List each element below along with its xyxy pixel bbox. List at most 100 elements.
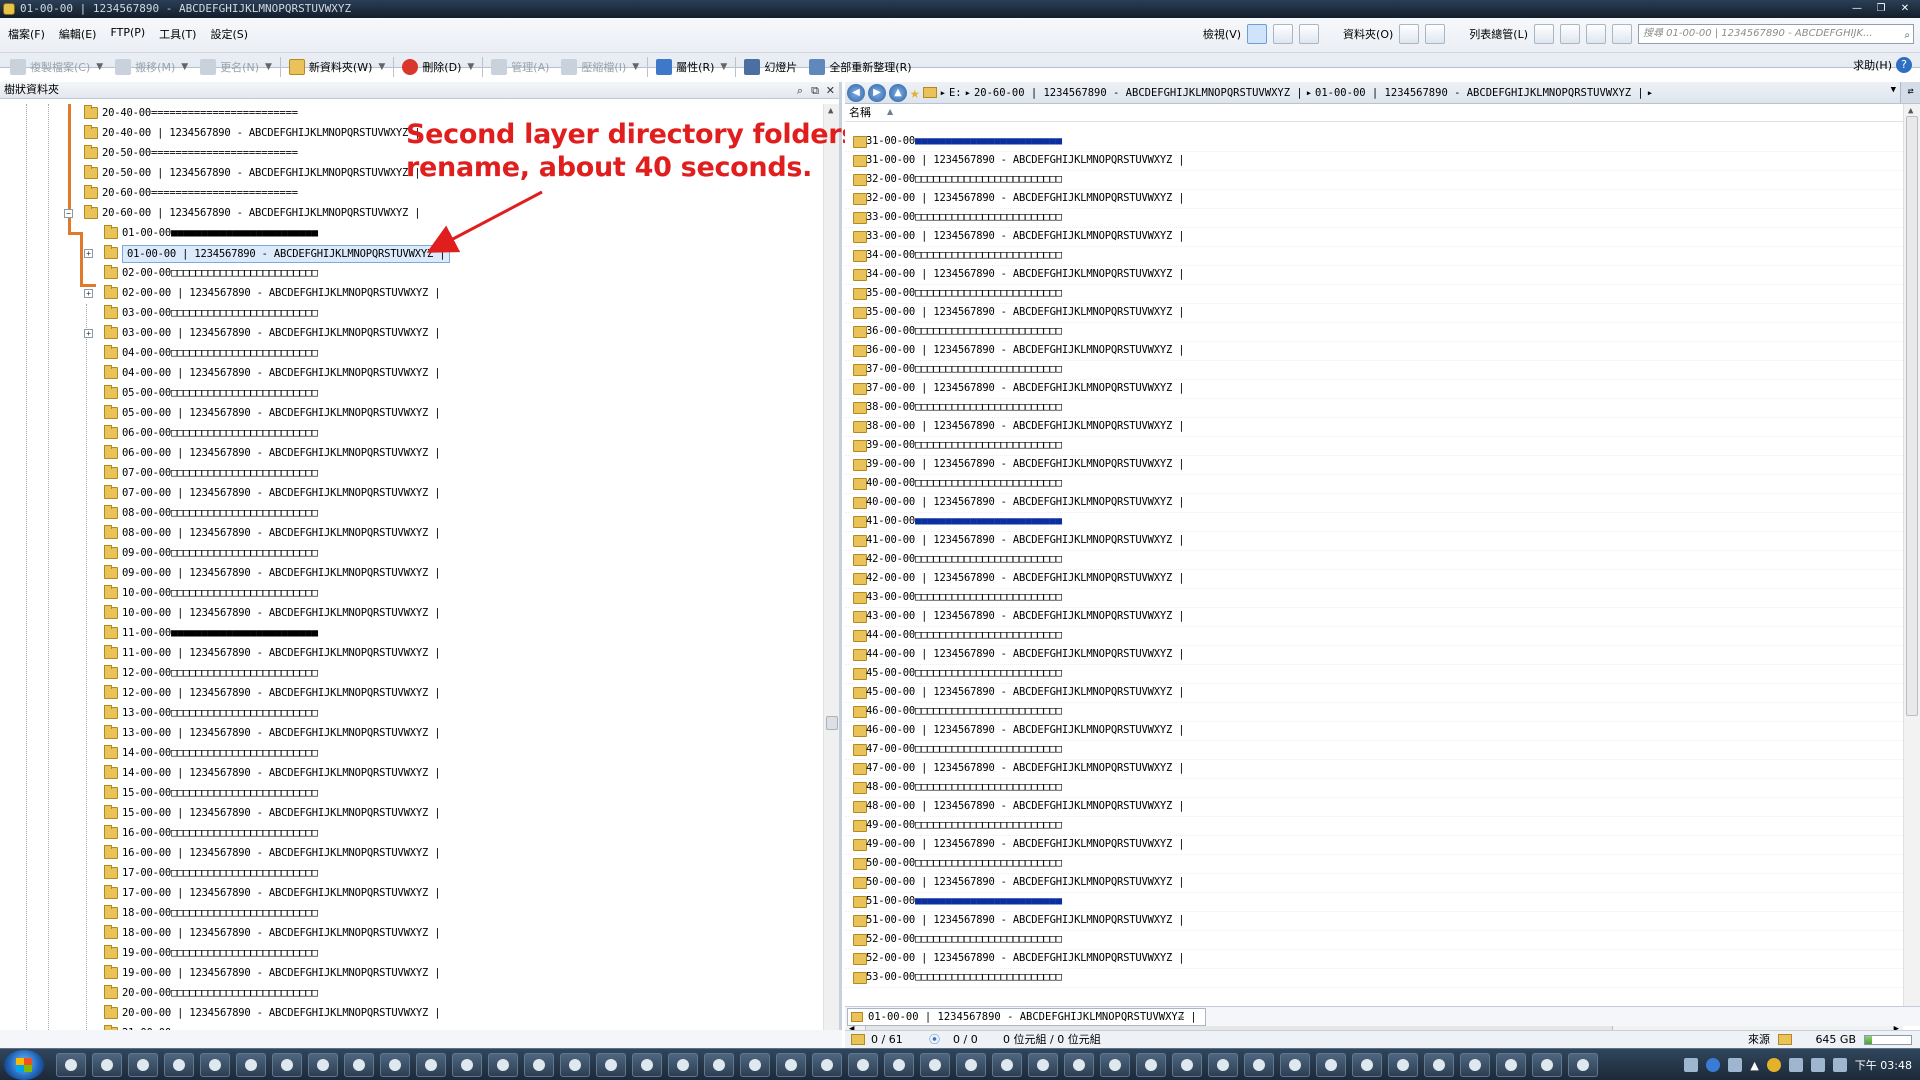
file-row[interactable]: 50-00-00□□□□□□□□□□□□□□□□□□□□□□□□ (845, 855, 1903, 874)
taskbar-app-icon[interactable] (92, 1053, 122, 1077)
list-scroll-thumb[interactable] (1906, 116, 1918, 716)
file-row[interactable]: 37-00-00 | 1234567890 - ABCDEFGHIJKLMNOP… (845, 380, 1903, 399)
file-row[interactable]: 43-00-00□□□□□□□□□□□□□□□□□□□□□□□□ (845, 589, 1903, 608)
file-row[interactable]: 37-00-00□□□□□□□□□□□□□□□□□□□□□□□□ (845, 361, 1903, 380)
taskbar-app-icon[interactable] (488, 1053, 518, 1077)
taskbar-app-icon[interactable] (596, 1053, 626, 1077)
folder-tree[interactable]: 20-40-00======================== 20-40-00… (0, 104, 826, 1048)
tree-item[interactable]: 05-00-00□□□□□□□□□□□□□□□□□□□□□□□□ (0, 384, 826, 404)
file-row[interactable]: 53-00-00□□□□□□□□□□□□□□□□□□□□□□□□ (845, 969, 1903, 988)
taskbar-app-icon[interactable] (1460, 1053, 1490, 1077)
taskbar-app-icon[interactable] (668, 1053, 698, 1077)
file-row[interactable]: 52-00-00 | 1234567890 - ABCDEFGHIJKLMNOP… (845, 950, 1903, 969)
help-button[interactable]: 求助(H)? (1853, 57, 1912, 73)
tree-item[interactable]: 20-00-00 | 1234567890 - ABCDEFGHIJKLMNOP… (0, 1004, 826, 1024)
expand-icon[interactable]: + (84, 249, 93, 258)
taskbar-app-icon[interactable] (1568, 1053, 1598, 1077)
delete-button[interactable]: 刪除(D) ▼ (396, 55, 480, 79)
breadcrumb-drive[interactable]: E: (949, 87, 962, 99)
taskbar-app-icon[interactable] (1064, 1053, 1094, 1077)
folder-menu[interactable]: 資料夾(O) (1343, 26, 1393, 42)
sync-icon[interactable] (1766, 1058, 1781, 1072)
tree-item[interactable]: 13-00-00 | 1234567890 - ABCDEFGHIJKLMNOP… (0, 724, 826, 744)
file-row[interactable]: 35-00-00 | 1234567890 - ABCDEFGHIJKLMNOP… (845, 304, 1903, 323)
help-tray-icon[interactable] (1706, 1058, 1721, 1072)
menu-item[interactable]: 檔案(F) (0, 24, 51, 44)
file-row[interactable]: 48-00-00□□□□□□□□□□□□□□□□□□□□□□□□ (845, 779, 1903, 798)
file-row[interactable]: 44-00-00□□□□□□□□□□□□□□□□□□□□□□□□ (845, 627, 1903, 646)
taskbar-app-icon[interactable] (1136, 1053, 1166, 1077)
tree-item[interactable]: 14-00-00 | 1234567890 - ABCDEFGHIJKLMNOP… (0, 764, 826, 784)
close-icon[interactable]: ✕ (826, 83, 835, 99)
tree-item[interactable]: 17-00-00 | 1234567890 - ABCDEFGHIJKLMNOP… (0, 884, 826, 904)
tree-item[interactable]: 09-00-00□□□□□□□□□□□□□□□□□□□□□□□□ (0, 544, 826, 564)
file-row[interactable]: 34-00-00□□□□□□□□□□□□□□□□□□□□□□□□ (845, 247, 1903, 266)
taskbar-app-icon[interactable] (704, 1053, 734, 1077)
slideshow-button[interactable]: 幻燈片 (738, 55, 803, 79)
tree-item[interactable]: 15-00-00□□□□□□□□□□□□□□□□□□□□□□□□ (0, 784, 826, 804)
file-row[interactable]: 31-00-00■■■■■■■■■■■■■■■■■■■■■■■■ (845, 133, 1903, 152)
menu-item[interactable]: 設定(S) (202, 24, 254, 44)
properties-button[interactable]: 屬性(R) ▼ (650, 55, 733, 79)
monitor-icon[interactable] (1810, 1058, 1825, 1072)
file-row[interactable]: 42-00-00□□□□□□□□□□□□□□□□□□□□□□□□ (845, 551, 1903, 570)
up-icon[interactable]: ▲ (889, 83, 907, 102)
list-menu[interactable]: 列表總管(L) (1469, 26, 1528, 42)
address-bar[interactable]: ◀ ▶ ▲ ★ ▸ E: ▸ 20-60-00 | 1234567890 - A… (845, 82, 1920, 104)
layout-2-icon[interactable] (1560, 24, 1580, 44)
taskbar-app-icon[interactable] (308, 1053, 338, 1077)
file-row[interactable]: 41-00-00 | 1234567890 - ABCDEFGHIJKLMNOP… (845, 532, 1903, 551)
breadcrumb-level-2[interactable]: 01-00-00 | 1234567890 - ABCDEFGHIJKLMNOP… (1315, 87, 1644, 99)
layout-4-icon[interactable] (1612, 24, 1632, 44)
taskbar-app-icon[interactable] (776, 1053, 806, 1077)
folder-compare-icon[interactable] (1425, 24, 1446, 44)
keyboard-icon[interactable] (1684, 1058, 1699, 1072)
tree-item[interactable]: 04-00-00 | 1234567890 - ABCDEFGHIJKLMNOP… (0, 364, 826, 384)
file-row[interactable]: 42-00-00 | 1234567890 - ABCDEFGHIJKLMNOP… (845, 570, 1903, 589)
taskbar-app-icon[interactable] (1172, 1053, 1202, 1077)
search-input[interactable]: 搜尋 01-00-00 | 1234567890 - ABCDEFGHIJK..… (1638, 24, 1914, 44)
taskbar-app-icon[interactable] (524, 1053, 554, 1077)
file-row[interactable]: 33-00-00□□□□□□□□□□□□□□□□□□□□□□□□ (845, 209, 1903, 228)
file-row[interactable]: 46-00-00□□□□□□□□□□□□□□□□□□□□□□□□ (845, 703, 1903, 722)
file-row[interactable]: 47-00-00□□□□□□□□□□□□□□□□□□□□□□□□ (845, 741, 1903, 760)
file-row[interactable]: 43-00-00 | 1234567890 - ABCDEFGHIJKLMNOP… (845, 608, 1903, 627)
tree-item[interactable]: 08-00-00 | 1234567890 - ABCDEFGHIJKLMNOP… (0, 524, 826, 544)
search-icon[interactable]: ⌕ (797, 83, 803, 99)
file-row[interactable]: 35-00-00□□□□□□□□□□□□□□□□□□□□□□□□ (845, 285, 1903, 304)
maximize-icon[interactable]: ❐ (1872, 1, 1890, 16)
file-row[interactable]: 47-00-00 | 1234567890 - ABCDEFGHIJKLMNOP… (845, 760, 1903, 779)
tree-item[interactable]: 05-00-00 | 1234567890 - ABCDEFGHIJKLMNOP… (0, 404, 826, 424)
address-dropdown-icon[interactable]: ▼ (1891, 85, 1896, 95)
undock-icon[interactable]: ⧉ (811, 83, 819, 99)
file-row[interactable]: 46-00-00 | 1234567890 - ABCDEFGHIJKLMNOP… (845, 722, 1903, 741)
tree-item[interactable]: 15-00-00 | 1234567890 - ABCDEFGHIJKLMNOP… (0, 804, 826, 824)
taskbar-app-icon[interactable] (164, 1053, 194, 1077)
tree-item[interactable]: 03-00-00□□□□□□□□□□□□□□□□□□□□□□□□ (0, 304, 826, 324)
taskbar-app-icon[interactable] (1388, 1053, 1418, 1077)
menu-item[interactable]: 工具(T) (151, 24, 202, 44)
file-row[interactable]: 51-00-00 | 1234567890 - ABCDEFGHIJKLMNOP… (845, 912, 1903, 931)
layout-1-icon[interactable] (1534, 24, 1554, 44)
tree-item[interactable]: 14-00-00□□□□□□□□□□□□□□□□□□□□□□□□ (0, 744, 826, 764)
column-header-name[interactable]: 名稱 ▲ (845, 104, 1920, 122)
move-button[interactable]: 搬移(M) ▼ (109, 55, 194, 79)
tree-item[interactable]: 08-00-00□□□□□□□□□□□□□□□□□□□□□□□□ (0, 504, 826, 524)
tree-item[interactable]: 16-00-00□□□□□□□□□□□□□□□□□□□□□□□□ (0, 824, 826, 844)
tree-item[interactable]: 13-00-00□□□□□□□□□□□□□□□□□□□□□□□□ (0, 704, 826, 724)
go-icon[interactable]: ⇄ (1900, 82, 1920, 103)
new-folder-button[interactable]: 新資料夾(W) ▼ (283, 55, 391, 79)
tree-item[interactable]: 12-00-00 | 1234567890 - ABCDEFGHIJKLMNOP… (0, 684, 826, 704)
expand-icon[interactable]: + (84, 329, 93, 338)
minimize-icon[interactable]: — (1848, 1, 1866, 16)
file-row[interactable]: 41-00-00■■■■■■■■■■■■■■■■■■■■■■■■ (845, 513, 1903, 532)
tree-item[interactable]: 07-00-00 | 1234567890 - ABCDEFGHIJKLMNOP… (0, 484, 826, 504)
tree-item[interactable]: 06-00-00□□□□□□□□□□□□□□□□□□□□□□□□ (0, 424, 826, 444)
breadcrumb-level-1[interactable]: 20-60-00 | 1234567890 - ABCDEFGHIJKLMNOP… (974, 87, 1303, 99)
taskbar-app-icon[interactable] (1352, 1053, 1382, 1077)
tree-item[interactable]: +03-00-00 | 1234567890 - ABCDEFGHIJKLMNO… (0, 324, 826, 344)
tree-item[interactable]: 10-00-00□□□□□□□□□□□□□□□□□□□□□□□□ (0, 584, 826, 604)
file-row[interactable]: 40-00-00 | 1234567890 - ABCDEFGHIJKLMNOP… (845, 494, 1903, 513)
taskbar-app-icon[interactable] (1316, 1053, 1346, 1077)
taskbar-app-icon[interactable] (1028, 1053, 1058, 1077)
